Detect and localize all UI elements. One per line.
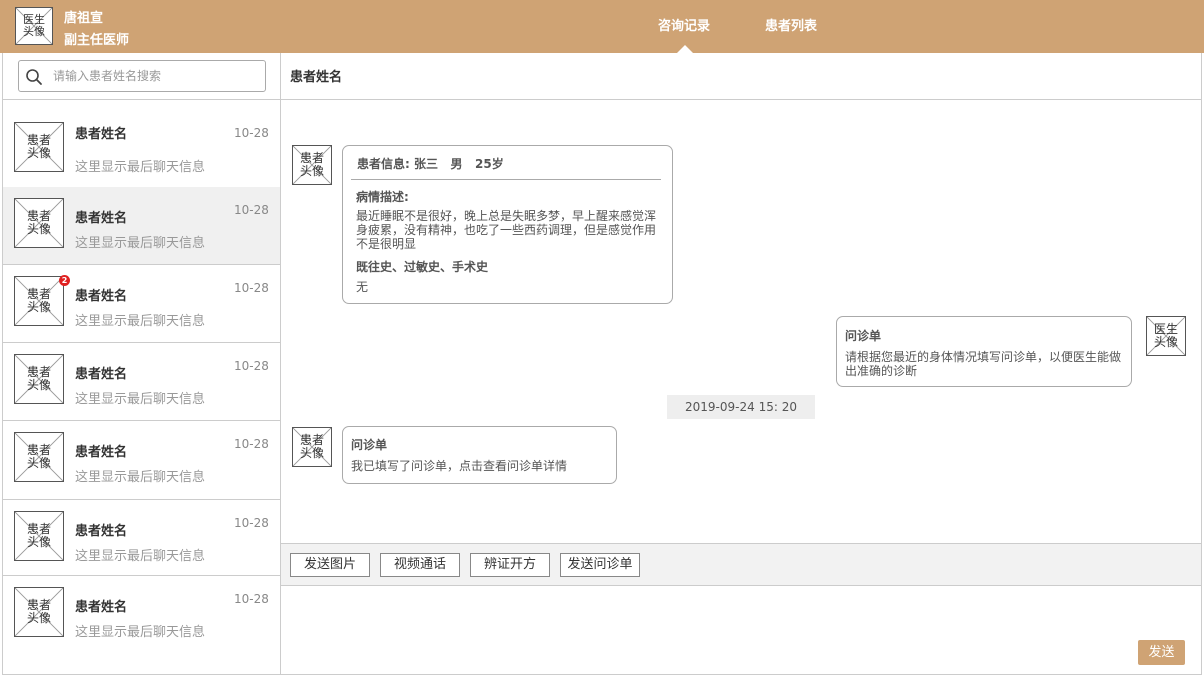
last-message-date: 10-28: [234, 516, 269, 530]
last-message-date: 10-28: [234, 592, 269, 606]
form-text: 请根据您最近的身体情况填写问诊单，以便医生能做出准确的诊断: [845, 350, 1122, 378]
last-message-preview: 这里显示最后聊天信息: [75, 549, 206, 564]
message-timestamp: 2019-09-24 15: 20: [667, 395, 815, 419]
condition-text: 最近睡眠不是很好，晚上总是失眠多梦，早上醒来感觉浑身疲累，没有精神，也吃了一些西…: [356, 209, 657, 251]
prescribe-button[interactable]: 辨证开方: [470, 553, 550, 577]
active-tab-indicator: [677, 45, 693, 53]
last-message-preview: 这里显示最后聊天信息: [75, 470, 206, 485]
last-message-preview: 这里显示最后聊天信息: [75, 160, 206, 175]
send-form-button[interactable]: 发送问诊单: [560, 553, 640, 577]
history-value: 无: [356, 280, 369, 294]
patient-avatar[interactable]: 患者 头像: [14, 198, 64, 248]
patient-avatar[interactable]: 患者 头像: [14, 587, 64, 637]
video-call-button[interactable]: 视频通话: [380, 553, 460, 577]
patient-name: 患者姓名: [75, 127, 128, 142]
search-icon: [26, 69, 42, 85]
patient-info-bubble[interactable]: 患者信息: 张三 男 25岁 病情描述: 最近睡眠不是很好，晚上总是失眠多梦，早…: [342, 145, 673, 304]
patient-form-bubble[interactable]: 问诊单 我已填写了问诊单，点击查看问诊单详情: [342, 426, 617, 484]
patient-list-item[interactable]: 患者 头像 患者姓名 10-28 这里显示最后聊天信息: [3, 576, 280, 652]
patient-avatar[interactable]: 患者 头像: [14, 432, 64, 482]
top-header: 医生 头像 唐祖宣 副主任医师 咨询记录 患者列表: [0, 0, 1204, 53]
last-message-preview: 这里显示最后聊天信息: [75, 236, 206, 251]
patient-avatar[interactable]: 患者 头像: [14, 122, 64, 172]
chat-toolbar: 发送图片 视频通话 辨证开方 发送问诊单: [281, 543, 1201, 586]
patient-avatar-label: 患者 头像: [26, 598, 51, 625]
patient-list-item[interactable]: 患者 头像 患者姓名 10-28 这里显示最后聊天信息: [3, 187, 280, 265]
form-title: 问诊单: [845, 329, 882, 343]
send-image-button[interactable]: 发送图片: [290, 553, 370, 577]
patient-name: 患者姓名: [75, 289, 128, 304]
patient-avatar-label: 患者 头像: [26, 287, 51, 314]
chat-title-divider: [281, 99, 1201, 100]
search-input[interactable]: [53, 62, 258, 90]
patient-avatar-label: 患者 头像: [299, 433, 324, 460]
last-message-date: 10-28: [234, 281, 269, 295]
last-message-preview: 这里显示最后聊天信息: [75, 392, 206, 407]
patient-avatar[interactable]: 患者 头像: [14, 511, 64, 561]
patient-avatar-label: 患者 头像: [26, 365, 51, 392]
chat-title: 患者姓名: [290, 70, 343, 85]
patient-info-header: 患者信息: 张三 男 25岁: [357, 157, 504, 171]
doctor-form-bubble[interactable]: 问诊单 请根据您最近的身体情况填写问诊单，以便医生能做出准确的诊断: [836, 316, 1132, 387]
patient-name: 患者姓名: [75, 445, 128, 460]
condition-label: 病情描述:: [356, 190, 409, 204]
tab-consult-records[interactable]: 咨询记录: [658, 15, 710, 34]
tab-patient-list[interactable]: 患者列表: [765, 15, 817, 34]
patient-name: 患者姓名: [75, 524, 128, 539]
unread-badge: 2: [59, 275, 70, 286]
patient-avatar[interactable]: 患者 头像: [292, 145, 332, 185]
doctor-avatar-label: 医生 头像: [1153, 322, 1178, 349]
patient-list-item[interactable]: 患者 头像 2 患者姓名 10-28 这里显示最后聊天信息: [3, 265, 280, 343]
patient-avatar-label: 患者 头像: [26, 443, 51, 470]
last-message-date: 10-28: [234, 203, 269, 217]
send-button[interactable]: 发送: [1138, 640, 1185, 665]
search-box[interactable]: [18, 60, 266, 92]
doctor-message-avatar[interactable]: 医生 头像: [1146, 316, 1186, 356]
patient-list-item[interactable]: 患者 头像 患者姓名 10-28 这里显示最后聊天信息: [3, 421, 280, 500]
message-input[interactable]: [290, 592, 1125, 668]
patient-avatar-label: 患者 头像: [26, 133, 51, 160]
patient-list-item[interactable]: 患者 头像 患者姓名 10-28 这里显示最后聊天信息: [3, 100, 280, 188]
last-message-date: 10-28: [234, 126, 269, 140]
patient-avatar[interactable]: 患者 头像: [14, 354, 64, 404]
last-message-preview: 这里显示最后聊天信息: [75, 314, 206, 329]
patient-avatar-label: 患者 头像: [299, 151, 324, 178]
patient-name: 患者姓名: [75, 600, 128, 615]
patient-list-item[interactable]: 患者 头像 患者姓名 10-28 这里显示最后聊天信息: [3, 500, 280, 576]
doctor-avatar-label: 医生 头像: [23, 13, 45, 38]
doctor-name: 唐祖宣: [64, 11, 104, 26]
patient-avatar-label: 患者 头像: [26, 209, 51, 236]
patient-avatar-label: 患者 头像: [26, 522, 51, 549]
form-text: 我已填写了问诊单，点击查看问诊单详情: [351, 459, 568, 473]
patient-avatar[interactable]: 患者 头像: [14, 276, 64, 326]
last-message-preview: 这里显示最后聊天信息: [75, 625, 206, 640]
last-message-date: 10-28: [234, 359, 269, 373]
last-message-date: 10-28: [234, 437, 269, 451]
patient-avatar[interactable]: 患者 头像: [292, 427, 332, 467]
form-title: 问诊单: [351, 438, 388, 452]
patient-name: 患者姓名: [75, 367, 128, 382]
bubble-divider: [351, 179, 661, 180]
patient-list-item[interactable]: 患者 头像 患者姓名 10-28 这里显示最后聊天信息: [3, 343, 280, 421]
history-label: 既往史、过敏史、手术史: [356, 260, 489, 274]
doctor-title: 副主任医师: [64, 33, 130, 48]
patient-name: 患者姓名: [75, 211, 128, 226]
doctor-avatar[interactable]: 医生 头像: [15, 7, 53, 45]
